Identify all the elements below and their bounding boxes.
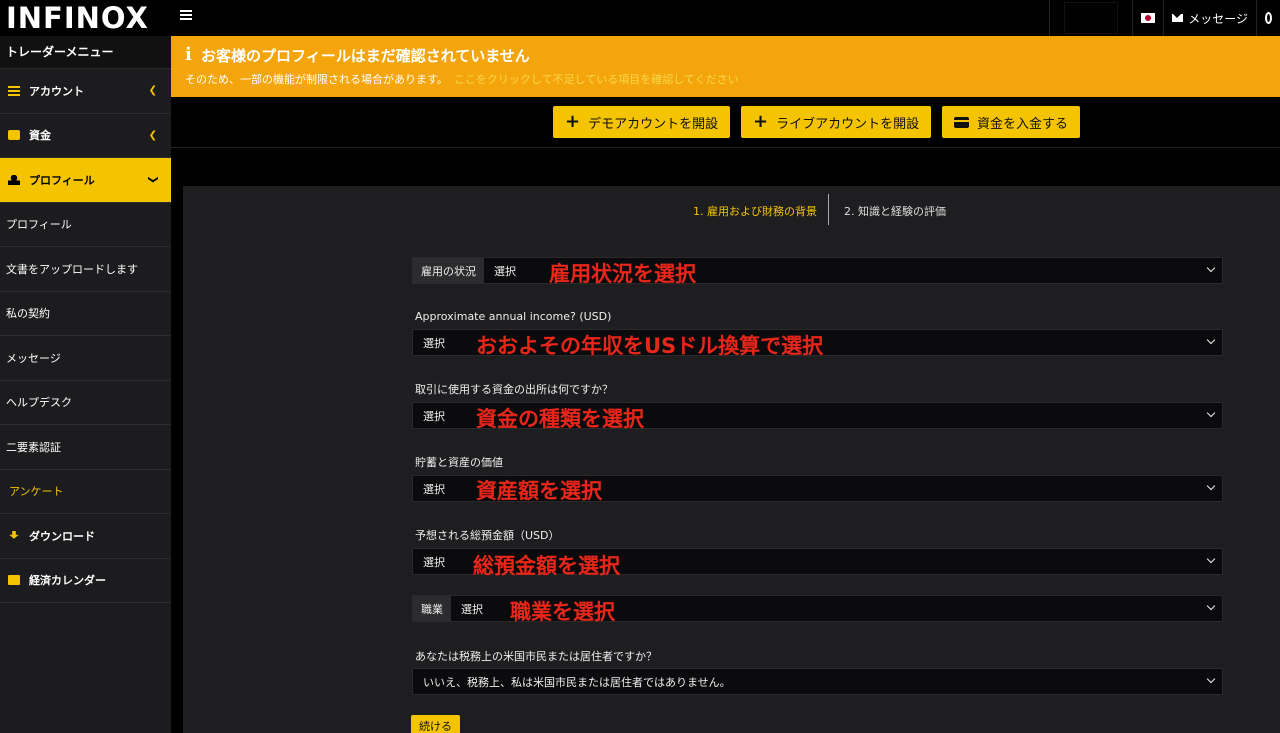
- banner-subtitle: そのため、一部の機能が制限される場合があります。 ここをクリックして不足している項…: [185, 71, 739, 87]
- sidebar-item-label: 資金: [29, 129, 51, 143]
- total-deposit-label: 予想される総預金額（USD）: [415, 529, 560, 542]
- sidebar-subitem-survey[interactable]: アンケート: [0, 469, 171, 514]
- sidebar-subitem-helpdesk[interactable]: ヘルプデスク: [0, 380, 171, 425]
- select-value: 選択: [423, 555, 445, 569]
- step-2[interactable]: 2. 知識と経験の評価: [844, 203, 946, 219]
- button-label: デモアカウントを開設: [588, 116, 719, 132]
- us-citizen-select[interactable]: いいえ、税務上、私は米国市民または居住者ではありません。: [412, 668, 1223, 695]
- user-avatar-cell[interactable]: [1049, 0, 1132, 36]
- user-icon: [8, 174, 20, 185]
- divider-strip: [171, 147, 1280, 186]
- envelope-icon: [1172, 14, 1184, 22]
- plus-icon: +: [565, 111, 581, 132]
- select-value: 選択: [423, 409, 445, 423]
- action-bar: + デモアカウントを開設 + ライブアカウントを開設 資金を入金する: [171, 97, 1280, 147]
- banner-title: お客様のプロフィールはまだ確認されていません: [201, 47, 530, 65]
- continue-button[interactable]: 続ける: [411, 715, 460, 733]
- chevron-down-icon: [1206, 263, 1216, 273]
- occupation-label: 職業: [413, 596, 451, 621]
- annotation-income: おおよその年収をUSドル換算で選択: [476, 334, 824, 358]
- sidebar-subitem-profile[interactable]: プロフィール: [0, 202, 171, 247]
- credit-card-icon: [954, 116, 969, 128]
- calendar-icon: [8, 575, 20, 586]
- chevron-left-icon: ❮: [148, 129, 157, 141]
- annotation-occupation: 職業を選択: [510, 600, 615, 624]
- avatar[interactable]: [1064, 2, 1119, 34]
- questionnaire-panel: 1. 雇用および財務の背景 2. 知識と経験の評価 雇用の状況 選択 雇用状況を…: [183, 186, 1280, 733]
- banner-link[interactable]: ここをクリックして不足している項目を確認してください: [454, 73, 739, 86]
- hamburger-menu-icon[interactable]: [180, 10, 192, 22]
- chevron-down-icon: [1206, 674, 1216, 684]
- download-icon: [9, 530, 19, 539]
- sidebar-subitem-upload-documents[interactable]: 文書をアップロードします: [0, 247, 171, 292]
- chevron-down-icon: [1206, 408, 1216, 418]
- employment-status-label: 雇用の状況: [413, 258, 484, 283]
- messages-button[interactable]: メッセージ: [1163, 0, 1256, 36]
- step-divider: [828, 194, 829, 225]
- logo[interactable]: INFINOX: [6, 2, 149, 34]
- chevron-down-icon: ❮: [147, 175, 159, 184]
- sidebar-item-profile[interactable]: プロフィール ❮: [0, 158, 171, 203]
- button-label: ライブアカウントを開設: [776, 116, 920, 132]
- sidebar-subitem-two-factor[interactable]: 二要素認証: [0, 425, 171, 470]
- plus-icon: +: [753, 111, 769, 132]
- savings-label: 貯蓄と資産の価値: [415, 456, 503, 469]
- sidebar-item-label: アカウント: [29, 84, 84, 98]
- sidebar-subitem-contracts[interactable]: 私の契約: [0, 291, 171, 336]
- annotation-deposit: 総預金額を選択: [473, 554, 620, 578]
- support-button[interactable]: [1256, 0, 1280, 36]
- sidebar-item-label: ダウンロード: [29, 529, 95, 543]
- top-bar: INFINOX メッセージ: [0, 0, 1280, 36]
- support-icon: [1265, 12, 1272, 24]
- sidebar-item-economic-calendar[interactable]: 経済カレンダー: [0, 559, 171, 603]
- wallet-icon: [8, 130, 20, 141]
- sidebar-item-label: プロフィール: [29, 173, 95, 187]
- open-live-account-button[interactable]: + ライブアカウントを開設: [741, 106, 932, 138]
- select-value: 選択: [423, 482, 445, 496]
- japan-flag-icon: [1141, 13, 1156, 23]
- sidebar-header: トレーダーメニュー: [0, 36, 171, 69]
- us-citizen-label: あなたは税務上の米国市民または居住者ですか？: [415, 650, 657, 663]
- chevron-down-icon: [1206, 481, 1216, 491]
- language-selector[interactable]: [1132, 0, 1163, 36]
- banner-subtitle-text: そのため、一部の機能が制限される場合があります。: [185, 73, 448, 86]
- chevron-down-icon: [1206, 601, 1216, 611]
- profile-warning-banner: i お客様のプロフィールはまだ確認されていません そのため、一部の機能が制限され…: [171, 36, 1280, 97]
- sidebar-item-label: 経済カレンダー: [29, 574, 106, 588]
- sidebar-item-funds[interactable]: 資金 ❮: [0, 114, 171, 158]
- messages-label: メッセージ: [1188, 11, 1248, 26]
- sidebar-subitem-messages[interactable]: メッセージ: [0, 336, 171, 381]
- sidebar: トレーダーメニュー アカウント ❮ 資金 ❮ プロフィール ❮ プロフィール 文…: [0, 36, 171, 733]
- sidebar-item-account[interactable]: アカウント ❮: [0, 69, 171, 114]
- select-value: いいえ、税務上、私は米国市民または居住者ではありません。: [423, 675, 731, 689]
- deposit-funds-button[interactable]: 資金を入金する: [942, 106, 1081, 138]
- info-icon: i: [185, 44, 192, 65]
- chevron-down-icon: [1206, 554, 1216, 564]
- select-value: 選択: [494, 264, 516, 278]
- employment-status-select[interactable]: 雇用の状況 選択: [412, 257, 1223, 284]
- annotation-savings: 資産額を選択: [476, 479, 602, 503]
- annotation-employment: 雇用状況を選択: [549, 262, 696, 286]
- top-right-controls: メッセージ: [1049, 0, 1280, 36]
- open-demo-account-button[interactable]: + デモアカウントを開設: [553, 106, 731, 138]
- button-label: 資金を入金する: [977, 116, 1069, 132]
- chevron-left-icon: ❮: [148, 85, 157, 97]
- list-icon: [8, 85, 20, 96]
- income-label: Approximate annual income? (USD): [415, 310, 612, 323]
- step-1[interactable]: 1. 雇用および財務の背景: [693, 203, 817, 219]
- select-value: 選択: [423, 336, 445, 350]
- step-indicator: 1. 雇用および財務の背景 2. 知識と経験の評価: [183, 194, 1280, 226]
- source-of-funds-label: 取引に使用する資金の出所は何ですか？: [415, 383, 613, 396]
- annotation-source: 資金の種類を選択: [476, 407, 644, 431]
- select-value: 選択: [461, 602, 483, 616]
- sidebar-item-download[interactable]: ダウンロード: [0, 514, 171, 559]
- chevron-down-icon: [1206, 335, 1216, 345]
